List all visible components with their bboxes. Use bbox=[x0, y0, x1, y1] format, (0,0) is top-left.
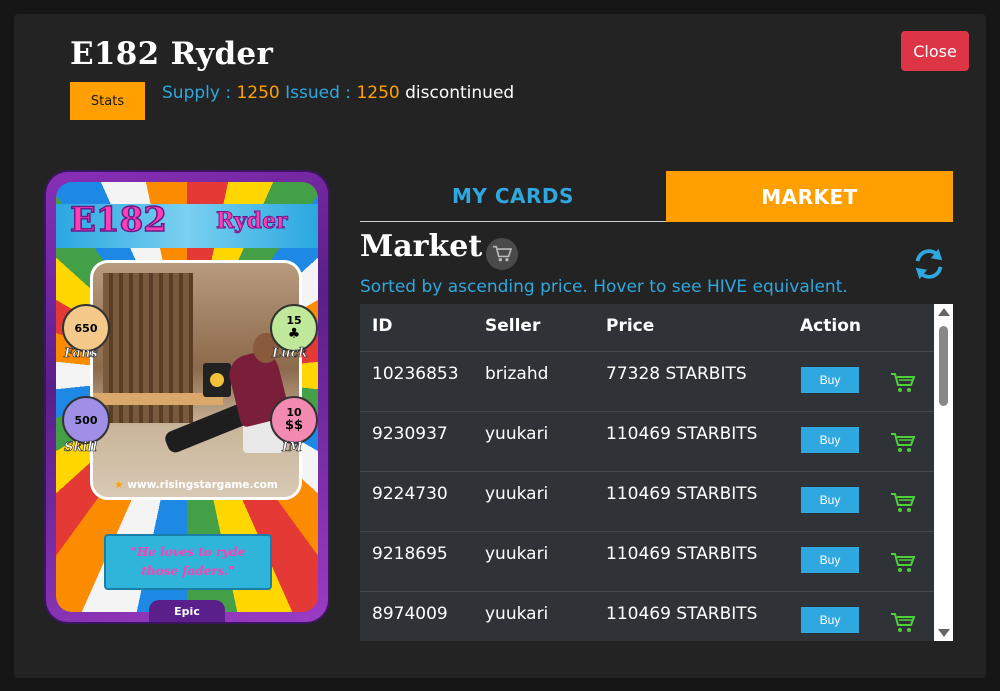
fans-value: 650 bbox=[74, 321, 98, 335]
stats-button[interactable]: Stats bbox=[70, 82, 145, 120]
listing-id: 9218695 bbox=[372, 544, 448, 564]
issued-value: 1250 bbox=[356, 83, 400, 103]
card-name: Ryder bbox=[216, 208, 289, 235]
star-icon: ★ bbox=[114, 479, 124, 491]
card-image: E182 Ryder ★ www.risingstargame.com 650 … bbox=[46, 172, 328, 622]
supply-value: 1250 bbox=[236, 83, 280, 103]
listing-seller[interactable]: yuukari bbox=[485, 544, 548, 564]
card-website: ★ www.risingstargame.com bbox=[93, 479, 299, 491]
money-icon: $$ bbox=[284, 418, 304, 433]
listing-price: 110469 STARBITS bbox=[606, 484, 758, 504]
listing-id: 9224730 bbox=[372, 484, 448, 504]
shopping-cart-icon[interactable] bbox=[890, 552, 916, 574]
market-table: ID Seller Price Action 10236853 brizahd … bbox=[360, 304, 934, 641]
card-detail-modal: E182 Ryder Close Stats Supply : 1250 Iss… bbox=[14, 14, 986, 678]
listing-price: 110469 STARBITS bbox=[606, 604, 758, 624]
sort-note: Sorted by ascending price. Hover to see … bbox=[360, 277, 848, 297]
listing-id: 8974009 bbox=[372, 604, 448, 624]
shopping-cart-icon[interactable] bbox=[890, 612, 916, 634]
buy-button[interactable]: Buy bbox=[801, 367, 859, 393]
speaker bbox=[203, 363, 231, 397]
table-row: 9218695 yuukari 110469 STARBITS Buy bbox=[360, 532, 934, 592]
card-rarity: Epic bbox=[149, 600, 225, 622]
shopping-cart-icon bbox=[486, 238, 518, 270]
card-background: E182 Ryder ★ www.risingstargame.com 650 … bbox=[56, 182, 318, 612]
table-row: 10236853 brizahd 77328 STARBITS Buy bbox=[360, 352, 934, 412]
table-row: 9230937 yuukari 110469 STARBITS Buy bbox=[360, 412, 934, 472]
column-header-seller: Seller bbox=[485, 316, 541, 336]
shopping-cart-icon[interactable] bbox=[890, 372, 916, 394]
listing-price: 110469 STARBITS bbox=[606, 424, 758, 444]
luck-value: 15 bbox=[286, 313, 302, 327]
buy-button[interactable]: Buy bbox=[801, 607, 859, 633]
shopping-cart-icon[interactable] bbox=[890, 492, 916, 514]
skill-badge: 500 bbox=[62, 396, 110, 444]
luck-badge: 15 ♣ bbox=[270, 304, 318, 352]
im-label: IM bbox=[282, 440, 303, 456]
scroll-thumb[interactable] bbox=[939, 326, 948, 406]
tab-divider bbox=[360, 221, 666, 222]
supply-label: Supply : bbox=[162, 83, 232, 103]
column-header-id: ID bbox=[372, 316, 393, 336]
buy-button[interactable]: Buy bbox=[801, 427, 859, 453]
table-header: ID Seller Price Action bbox=[360, 304, 934, 352]
listing-seller[interactable]: yuukari bbox=[485, 604, 548, 624]
card-quote-box: "He loves to ryde those faders." bbox=[104, 534, 272, 590]
supply-info: Supply : 1250 Issued : 1250 discontinued bbox=[162, 83, 514, 103]
fans-badge: 650 bbox=[62, 304, 110, 352]
listing-seller[interactable]: yuukari bbox=[485, 484, 548, 504]
market-heading: Market bbox=[360, 229, 483, 264]
skill-label: Skill bbox=[64, 440, 98, 456]
website-text: www.risingstargame.com bbox=[127, 479, 278, 491]
listing-seller[interactable]: brizahd bbox=[485, 364, 548, 384]
tab-my-cards[interactable]: MY CARDS bbox=[360, 171, 666, 221]
scroll-up-arrow-icon[interactable] bbox=[938, 308, 950, 316]
card-title: E182 Ryder bbox=[70, 36, 274, 72]
listing-price: 77328 STARBITS bbox=[606, 364, 747, 384]
luck-label: Luck bbox=[272, 346, 308, 362]
tab-market[interactable]: MARKET bbox=[666, 171, 953, 222]
card-code: E182 bbox=[69, 199, 167, 241]
column-header-price: Price bbox=[606, 316, 655, 336]
shopping-cart-icon[interactable] bbox=[890, 432, 916, 454]
scroll-down-arrow-icon[interactable] bbox=[938, 629, 950, 637]
close-button[interactable]: Close bbox=[901, 31, 969, 71]
issued-label: Issued : bbox=[285, 83, 352, 103]
skill-value: 500 bbox=[74, 413, 98, 427]
listing-id: 9230937 bbox=[372, 424, 448, 444]
card-photo: ★ www.risingstargame.com bbox=[90, 260, 302, 500]
im-badge: 10 $$ bbox=[270, 396, 318, 444]
column-header-action: Action bbox=[800, 316, 861, 336]
buy-button[interactable]: Buy bbox=[801, 487, 859, 513]
listing-price: 110469 STARBITS bbox=[606, 544, 758, 564]
fans-label: Fans bbox=[64, 346, 98, 362]
status-text: discontinued bbox=[405, 83, 515, 103]
im-value: 10 bbox=[286, 406, 302, 419]
buy-button[interactable]: Buy bbox=[801, 547, 859, 573]
table-row: 8974009 yuukari 110469 STARBITS Buy bbox=[360, 592, 934, 641]
clover-icon: ♣ bbox=[287, 325, 301, 342]
table-scrollbar[interactable] bbox=[934, 304, 953, 641]
card-quote: "He loves to ryde those faders." bbox=[130, 545, 246, 578]
refresh-icon[interactable] bbox=[909, 242, 949, 286]
table-row: 9224730 yuukari 110469 STARBITS Buy bbox=[360, 472, 934, 532]
listing-seller[interactable]: yuukari bbox=[485, 424, 548, 444]
listing-id: 10236853 bbox=[372, 364, 459, 384]
